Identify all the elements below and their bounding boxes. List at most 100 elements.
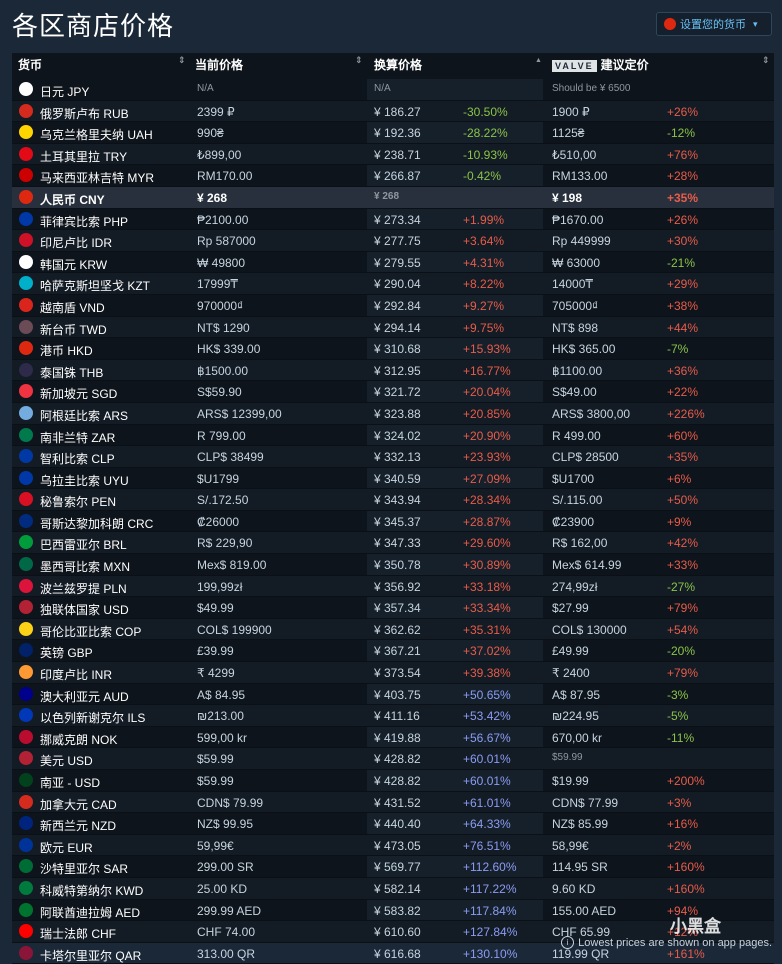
suggested-diff: +22% [667, 385, 699, 400]
flag-icon [19, 686, 33, 701]
suggested-price: NT$ 898 [552, 320, 599, 335]
suggested-diff: +38% [667, 298, 699, 313]
converted-price: ¥ 347.33 [374, 536, 421, 551]
suggested-diff: +60% [667, 428, 699, 443]
flag-icon [19, 82, 33, 96]
sort-icon[interactable]: ⇕ [178, 55, 186, 66]
suggested-price: NZ$ 85.99 [552, 817, 609, 832]
converted-diff: +112.60% [463, 860, 517, 875]
header-current-price[interactable]: 当前价格 [195, 56, 243, 73]
flag-icon [19, 449, 33, 464]
suggested-diff: +16% [667, 817, 699, 832]
converted-diff: +35.31% [463, 622, 511, 637]
currency-name: 哥斯达黎加科朗 CRC [40, 516, 154, 531]
header-converted-price[interactable]: 换算价格 [374, 56, 422, 73]
price-table: 货币 ⇕ 当前价格 ⇕ 换算价格 ▲ VALVE 建议定价 ⇕ 日元 JPY N/A… [12, 53, 774, 964]
suggested-diff: +28% [667, 169, 699, 184]
header-currency[interactable]: 货币 [18, 56, 42, 73]
currency-name: 以色列新谢克尔 ILS [40, 711, 146, 726]
flag-icon [19, 297, 33, 312]
current-price: ₪213.00 [197, 709, 244, 724]
flag-icon [19, 902, 33, 917]
table-row: 智利比索 CLP CLP$ 38499 ¥ 332.13 +23.93% CLP$ 28… [12, 446, 774, 468]
suggested-price: Should be ¥ 6500 [552, 83, 631, 94]
converted-diff: +20.90% [463, 428, 511, 443]
suggested-price: Rp 449999 [552, 234, 611, 249]
table-row: 韩国元 KRW ₩ 49800 ¥ 279.55 +4.31% ₩ 63000 -21% [12, 252, 774, 274]
converted-diff: +127.84% [463, 925, 518, 940]
current-price: 17999₸ [197, 277, 239, 292]
currency-name: 印度卢比 INR [40, 668, 113, 683]
suggested-price: A$ 87.95 [552, 687, 601, 702]
flag-icon [19, 665, 33, 680]
current-price: ARS$ 12399,00 [197, 406, 282, 421]
converted-diff: +39.38% [463, 666, 511, 681]
converted-price: ¥ 473.05 [374, 838, 421, 853]
suggested-diff: +44% [667, 320, 699, 335]
table-row: 欧元 EUR 59,99€ ¥ 473.05 +76.51% 58,99€ +2% [12, 834, 774, 857]
current-price: $49.99 [197, 601, 234, 616]
converted-diff: -30.50% [463, 104, 508, 119]
table-row: 乌克兰格里夫纳 UAH 990₴ ¥ 192.36 -28.22% 1125₴ -12% [12, 122, 774, 144]
suggested-price: ₹ 2400 [552, 666, 590, 681]
suggested-price: 58,99€ [552, 838, 589, 853]
current-price: RM170.00 [197, 169, 253, 184]
table-row: 挪威克朗 NOK 599,00 kr ¥ 419.88 +56.67% 670,00 k… [12, 727, 774, 749]
table-row: 英镑 GBP £39.99 ¥ 367.21 +37.02% £49.99 -20% [12, 640, 774, 663]
suggested-price: ₩ 63000 [552, 255, 601, 270]
sort-icon[interactable]: ⇕ [762, 55, 770, 66]
converted-price: ¥ 192.36 [374, 126, 421, 141]
header-suggested-price[interactable]: VALVE 建议定价 [552, 56, 649, 73]
table-row: 乌拉圭比索 UYU $U1799 ¥ 340.59 +27.09% $U1700 +6% [12, 468, 774, 490]
converted-price: ¥ 411.16 [374, 709, 420, 724]
flag-icon [19, 621, 33, 636]
currency-name: 马来西亚林吉特 MYR [40, 171, 155, 186]
currency-name: 印尼卢比 IDR [40, 236, 113, 251]
current-price: S$59.90 [197, 385, 242, 400]
converted-price: ¥ 324.02 [374, 428, 421, 443]
converted-price: ¥ 290.04 [374, 277, 421, 292]
sort-icon[interactable]: ⇕ [355, 55, 363, 66]
currency-name: 阿根廷比索 ARS [40, 408, 129, 423]
converted-diff: -0.42% [463, 169, 502, 184]
converted-diff: +60.01% [463, 774, 511, 788]
flag-icon [19, 492, 33, 507]
currency-name: 瑞士法郎 CHF [40, 927, 116, 942]
flag-icon [19, 470, 33, 485]
table-row: 日元 JPY N/A N/A Should be ¥ 6500 [12, 79, 774, 101]
converted-price: ¥ 323.88 [374, 406, 421, 421]
converted-price: ¥ 428.82 [374, 774, 421, 788]
set-currency-button[interactable]: 设置您的货币 ▾ [656, 12, 772, 36]
flag-icon [19, 557, 33, 572]
converted-price: ¥ 238.71 [374, 147, 421, 162]
suggested-diff: +26% [667, 212, 699, 227]
converted-diff: +20.85% [463, 406, 511, 421]
suggested-price: $U1700 [552, 471, 595, 486]
suggested-diff: +226% [667, 406, 705, 421]
page-title: 各区商店价格 [12, 12, 175, 42]
converted-diff: +33.34% [463, 601, 511, 616]
current-price: NT$ 1290 [197, 320, 250, 335]
chevron-down-icon: ▾ [753, 18, 758, 29]
currency-name: 哈萨克斯坦坚戈 KZT [40, 279, 150, 294]
converted-diff: +1.99% [463, 212, 505, 227]
converted-diff: +61.01% [463, 795, 511, 810]
converted-price: ¥ 277.75 [374, 234, 421, 249]
table-row: 沙特里亚尔 SAR 299.00 SR ¥ 569.77 +112.60% 114.95… [12, 856, 774, 878]
current-price: ฿1500.00 [197, 363, 249, 378]
table-row: 哈萨克斯坦坚戈 KZT 17999₸ ¥ 290.04 +8.22% 14000₸ +29… [12, 273, 774, 295]
current-price: 2399 ₽ [197, 104, 235, 119]
current-price: 199,99zł [197, 579, 243, 594]
table-row: 新西兰元 NZD NZ$ 99.95 ¥ 440.40 +64.33% NZ$ 85.9… [12, 813, 774, 835]
converted-diff: -28.22% [463, 126, 508, 141]
currency-name: 俄罗斯卢布 RUB [40, 106, 129, 121]
table-row: 美元 USD $59.99 ¥ 428.82 +60.01% $59.99 [12, 748, 774, 770]
suggested-price: ¥ 198 [552, 190, 583, 205]
suggested-diff: -21% [667, 255, 696, 270]
current-price: COL$ 199900 [197, 622, 272, 637]
converted-price: ¥ 569.77 [374, 860, 421, 875]
flag-icon [19, 859, 33, 874]
sort-up-icon[interactable]: ▲ [535, 57, 542, 64]
suggested-price: £49.99 [552, 644, 589, 659]
converted-price: ¥ 582.14 [374, 881, 421, 896]
